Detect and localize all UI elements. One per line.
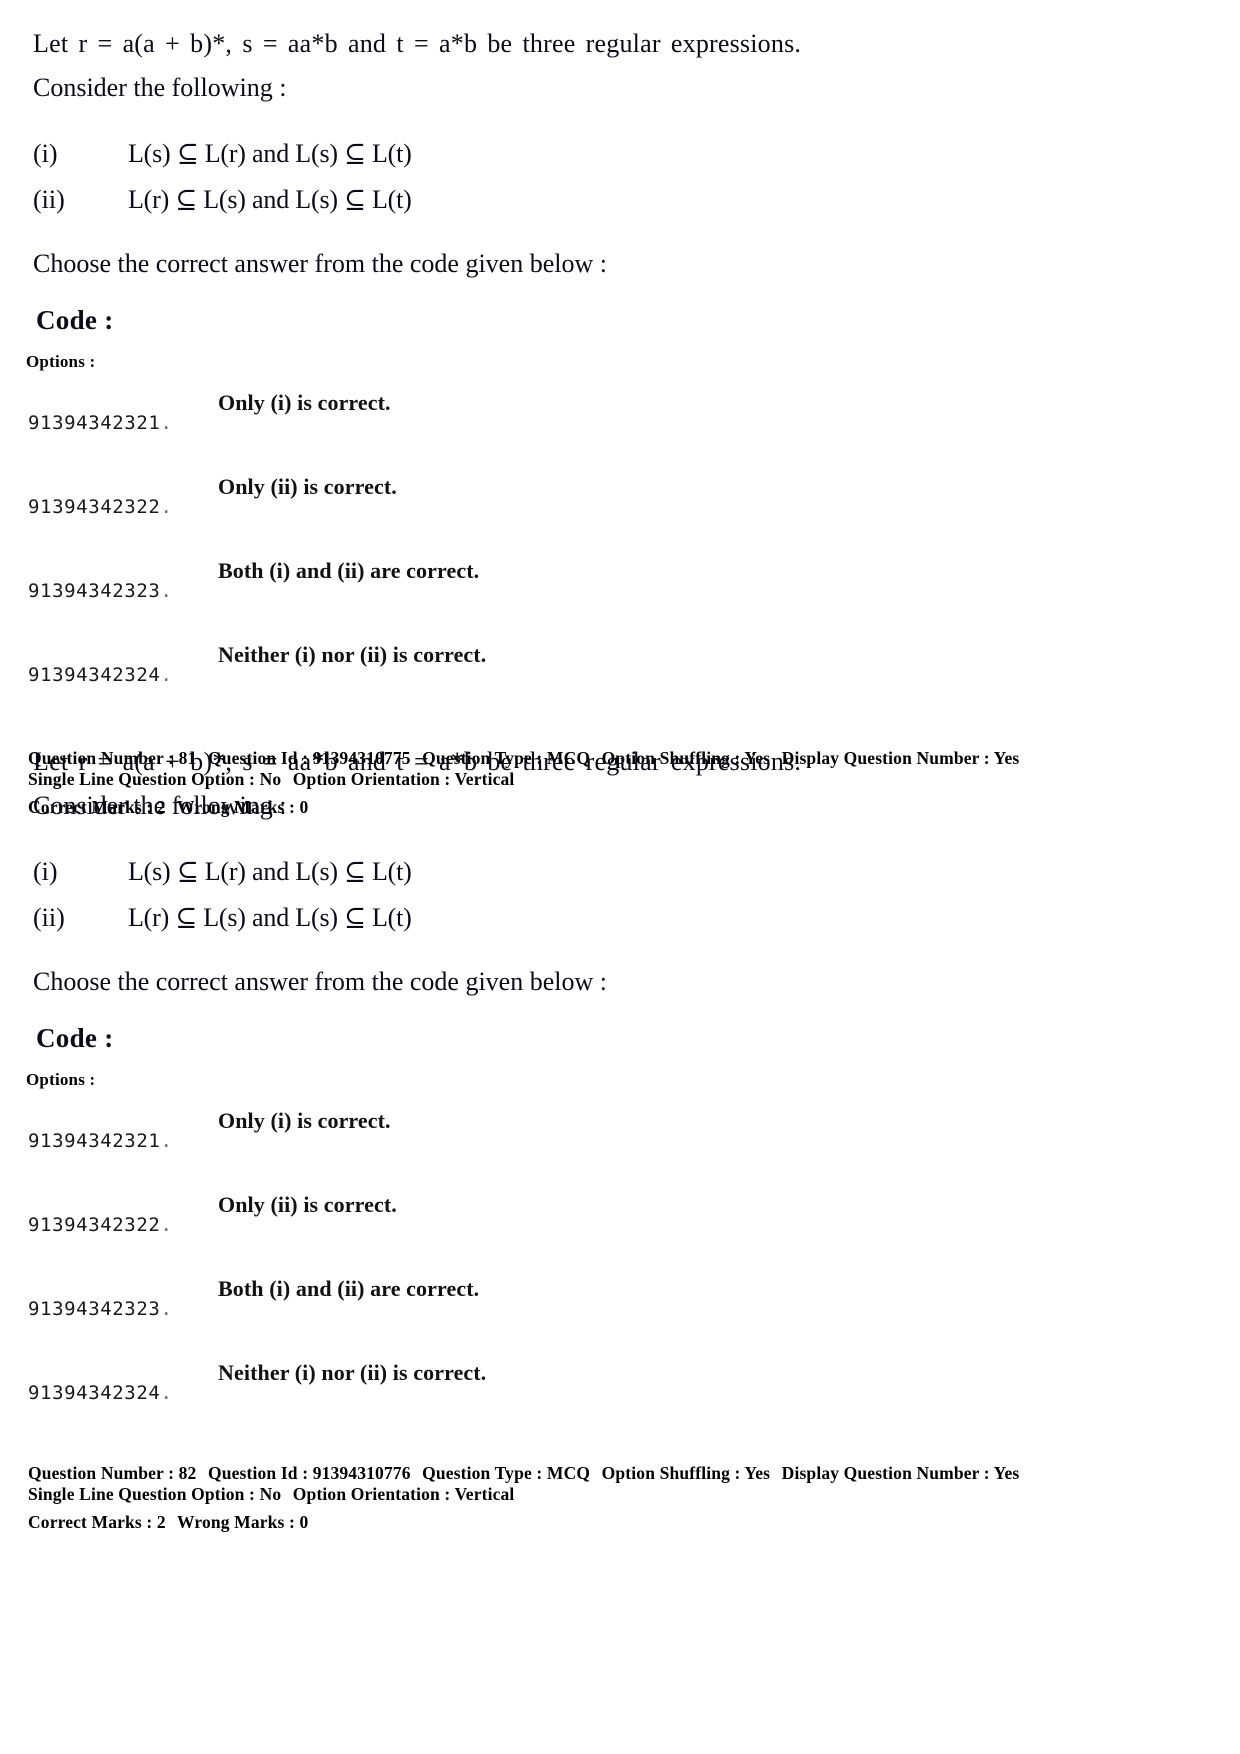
metadata-line-secondary: Single Line Question Option : No Option … <box>28 1484 1218 1505</box>
question-id-value: 91394310776 <box>312 1463 411 1483</box>
option-label: Only (i) is correct. <box>218 1108 391 1133</box>
option-orientation-label: Option Orientation : <box>292 1484 451 1504</box>
option-id: 91394342321. <box>28 412 173 434</box>
option-row[interactable]: 91394342324. Neither (i) nor (ii) is cor… <box>28 642 1240 726</box>
question-stem-line-2: Consider the following : <box>33 73 287 102</box>
option-label: Neither (i) nor (ii) is correct. <box>218 642 487 667</box>
question-type-label: Question Type : <box>422 1463 543 1483</box>
option-id: 91394342324. <box>28 664 173 686</box>
statement-row-ii: (ii) L(r) ⊆ L(s) and L(s) ⊆ L(t) <box>33 178 1240 222</box>
option-id: 91394342322. <box>28 496 173 518</box>
option-row[interactable]: 91394342323. Both (i) and (ii) are corre… <box>28 1276 1240 1360</box>
question-stem-line-1: Let r = a(a + b)*, s = aa*b and t = a*b … <box>33 747 802 776</box>
code-heading: Code : <box>36 1023 114 1053</box>
option-id: 91394342323. <box>28 1298 173 1320</box>
option-label: Neither (i) nor (ii) is correct. <box>218 1360 487 1385</box>
question-number-label: Question Number : <box>28 1463 175 1483</box>
statement-row-ii: (ii) L(r) ⊆ L(s) and L(s) ⊆ L(t) <box>33 896 1240 940</box>
option-id: 91394342323. <box>28 580 173 602</box>
option-id: 91394342322. <box>28 1214 173 1236</box>
option-row[interactable]: 91394342321. Only (i) is correct. <box>28 390 1240 474</box>
option-label: Only (i) is correct. <box>218 390 391 415</box>
option-label: Only (ii) is correct. <box>218 1192 397 1217</box>
option-label: Only (ii) is correct. <box>218 474 397 499</box>
option-shuffling-value: Yes <box>744 1463 771 1483</box>
options-list-2: 91394342321. Only (i) is correct. 913943… <box>28 1108 1240 1444</box>
option-label: Both (i) and (ii) are correct. <box>218 558 480 583</box>
question-number-value: 82 <box>178 1463 197 1483</box>
wrong-marks-value: 0 <box>299 1512 309 1532</box>
question-stem-line-2: Consider the following : <box>33 791 287 820</box>
question-block-1: Let r = a(a + b)*, s = aa*b and t = a*b … <box>0 22 1240 726</box>
option-row[interactable]: 91394342322. Only (ii) is correct. <box>28 474 1240 558</box>
options-heading: Options : <box>26 1070 96 1089</box>
statement-text-i: L(s) ⊆ L(r) and L(s) ⊆ L(t) <box>128 139 412 168</box>
statement-text-ii: L(r) ⊆ L(s) and L(s) ⊆ L(t) <box>128 185 412 214</box>
document-page: Let r = a(a + b)*, s = aa*b and t = a*b … <box>0 0 1240 1754</box>
statement-text-ii: L(r) ⊆ L(s) and L(s) ⊆ L(t) <box>128 903 412 932</box>
statement-label-i: (i) <box>33 139 58 168</box>
question-type-value: MCQ <box>546 1463 591 1483</box>
metadata-line-primary: Question Number : 82 Question Id : 91394… <box>28 1463 1218 1484</box>
statement-label-ii: (ii) <box>33 903 65 932</box>
options-heading: Options : <box>26 352 96 371</box>
option-label: Both (i) and (ii) are correct. <box>218 1276 480 1301</box>
question-metadata-2: Question Number : 82 Question Id : 91394… <box>28 1463 1218 1533</box>
question-stem-line-3: Choose the correct answer from the code … <box>33 967 607 996</box>
statement-label-i: (i) <box>33 857 58 886</box>
wrong-marks-label: Wrong Marks : <box>177 1512 296 1532</box>
display-question-number-value: Yes <box>993 1463 1020 1483</box>
option-id: 91394342321. <box>28 1130 173 1152</box>
metadata-line-marks: Correct Marks : 2 Wrong Marks : 0 <box>28 1512 1218 1533</box>
option-orientation-value: Vertical <box>454 1484 515 1504</box>
options-list-1: 91394342321. Only (i) is correct. 913943… <box>28 390 1240 726</box>
option-row[interactable]: 91394342321. Only (i) is correct. <box>28 1108 1240 1192</box>
option-row[interactable]: 91394342323. Both (i) and (ii) are corre… <box>28 558 1240 642</box>
display-question-number-label: Display Question Number : <box>781 1463 990 1483</box>
correct-marks-value: 2 <box>156 1512 166 1532</box>
single-line-option-value: No <box>259 1484 282 1504</box>
option-row[interactable]: 91394342324. Neither (i) nor (ii) is cor… <box>28 1360 1240 1444</box>
option-id: 91394342324. <box>28 1382 173 1404</box>
statement-label-ii: (ii) <box>33 185 65 214</box>
code-heading: Code : <box>36 305 114 335</box>
question-id-label: Question Id : <box>208 1463 309 1483</box>
option-shuffling-label: Option Shuffling : <box>601 1463 741 1483</box>
question-stem-line-1: Let r = a(a + b)*, s = aa*b and t = a*b … <box>33 29 802 58</box>
option-row[interactable]: 91394342322. Only (ii) is correct. <box>28 1192 1240 1276</box>
question-block-2: Let r = a(a + b)*, s = aa*b and t = a*b … <box>0 740 1240 1444</box>
statement-row-i: (i) L(s) ⊆ L(r) and L(s) ⊆ L(t) <box>33 850 1240 894</box>
statement-row-i: (i) L(s) ⊆ L(r) and L(s) ⊆ L(t) <box>33 132 1240 176</box>
statement-text-i: L(s) ⊆ L(r) and L(s) ⊆ L(t) <box>128 857 412 886</box>
correct-marks-label: Correct Marks : <box>28 1512 153 1532</box>
question-stem-line-3: Choose the correct answer from the code … <box>33 249 607 278</box>
single-line-option-label: Single Line Question Option : <box>28 1484 256 1504</box>
